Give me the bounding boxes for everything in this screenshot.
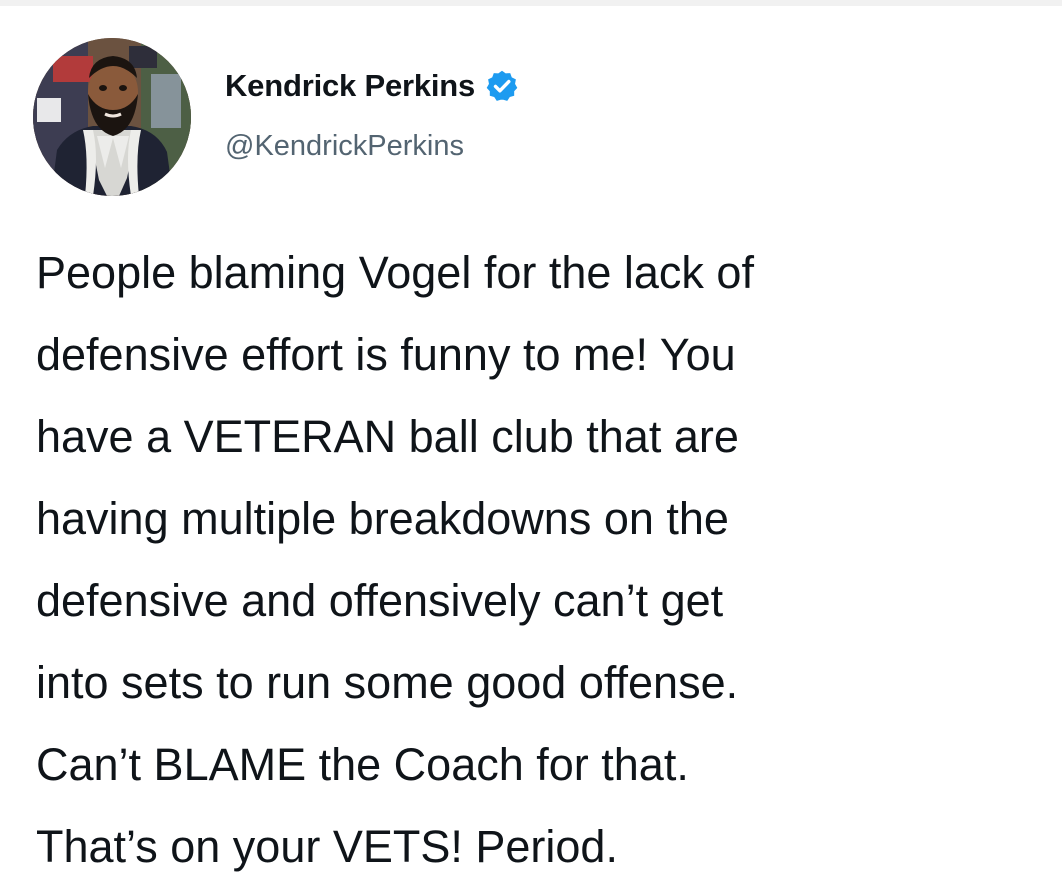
profile-photo-icon	[33, 38, 191, 196]
tweet-text-line: Can’t BLAME the Coach for that.	[36, 739, 689, 790]
author-name-row: Kendrick Perkins	[225, 62, 519, 110]
tweet-text-line: defensive effort is funny to me! You	[36, 329, 736, 380]
tweet-text-line: have a VETERAN ball club that are	[36, 411, 739, 462]
tweet-text-line: defensive and offensively can’t get	[36, 575, 724, 626]
tweet-text-line: People blaming Vogel for the lack of	[36, 247, 754, 298]
display-name[interactable]: Kendrick Perkins	[225, 68, 475, 104]
tweet-text: People blaming Vogel for the lack of def…	[36, 232, 1046, 888]
handle[interactable]: @KendrickPerkins	[225, 130, 464, 163]
tweet-text-line: into sets to run some good offense.	[36, 657, 739, 708]
tweet-text-line: That’s on your VETS! Period.	[36, 821, 618, 872]
top-divider	[0, 0, 1062, 6]
verified-badge-icon	[485, 69, 519, 103]
tweet-card: Kendrick Perkins @KendrickPerkins People…	[0, 0, 1062, 888]
tweet-text-line: having multiple breakdowns on the	[36, 493, 729, 544]
avatar[interactable]	[33, 38, 191, 196]
